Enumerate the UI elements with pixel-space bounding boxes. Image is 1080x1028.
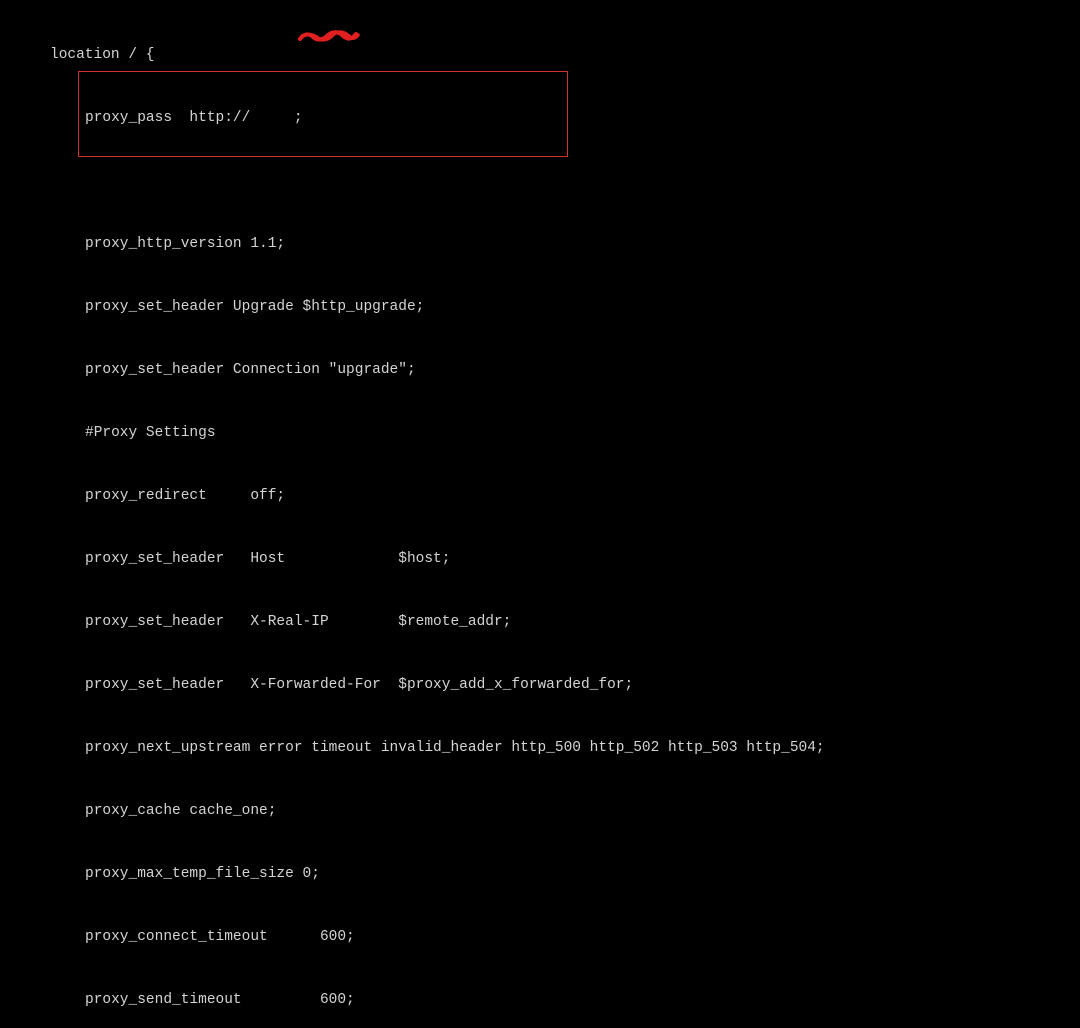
- code-line-comment: #Proxy Settings: [0, 423, 1080, 444]
- code-line: proxy_set_header Upgrade $http_upgrade;: [0, 297, 1080, 318]
- code-line: proxy_connect_timeout 600;: [0, 927, 1080, 948]
- nginx-config-code-block: location / { proxy_pass http:// ; proxy_…: [0, 0, 1080, 1028]
- code-line: proxy_cache cache_one;: [0, 801, 1080, 822]
- code-line: proxy_max_temp_file_size 0;: [0, 864, 1080, 885]
- code-line: proxy_set_header Connection "upgrade";: [0, 360, 1080, 381]
- code-line: proxy_set_header X-Real-IP $remote_addr;: [0, 612, 1080, 633]
- code-line: proxy_set_header X-Forwarded-For $proxy_…: [0, 675, 1080, 696]
- code-line: proxy_send_timeout 600;: [0, 990, 1080, 1011]
- code-line: proxy_pass http:// ;: [0, 108, 1080, 129]
- code-line: proxy_set_header Host $host;: [0, 549, 1080, 570]
- code-line: proxy_next_upstream error timeout invali…: [0, 738, 1080, 759]
- code-line: proxy_redirect off;: [0, 486, 1080, 507]
- code-line-blank: [0, 171, 1080, 192]
- code-line: location / {: [0, 45, 1080, 66]
- code-line: proxy_http_version 1.1;: [0, 234, 1080, 255]
